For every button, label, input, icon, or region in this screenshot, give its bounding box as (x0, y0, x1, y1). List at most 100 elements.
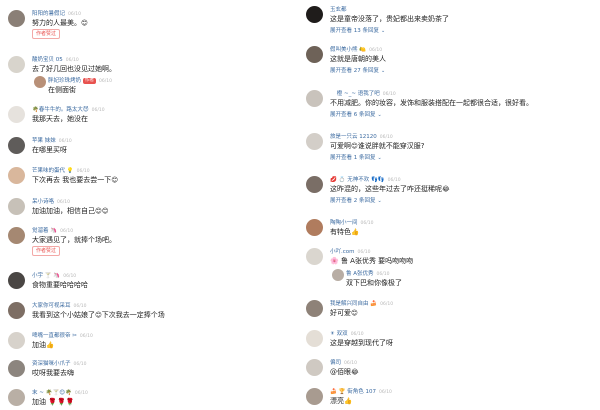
comment-item: 末 ~ 🌴🍸😊🌴 06/10 加油 🌹🌹🌹 (4, 387, 294, 409)
comment-author[interactable]: 阳阳的暑假记 06/10 (32, 9, 81, 17)
avatar[interactable] (8, 167, 25, 184)
comment-time: 06/10 (68, 12, 81, 17)
comment-author[interactable]: 玉玄都 (330, 5, 350, 13)
avatar[interactable] (306, 6, 323, 23)
comment-author[interactable]: 小吖.com 06/10 (330, 247, 370, 255)
comment-author[interactable]: 呆小诗咯 06/10 (32, 197, 70, 205)
comment-item: 啤嘴一直都很帝 ✂ 06/10 加油👍 (4, 330, 294, 352)
avatar[interactable] (8, 332, 25, 349)
comment-text: 加油 🌹🌹🌹 (32, 398, 75, 406)
comment-author[interactable]: 小宇 🍸 🦄 06/10 (32, 271, 76, 279)
comment-item: 觉溜着 🦄 06/10 大家遇见了，就捧个场吧。 作者赞过 (4, 225, 294, 259)
comment-item: 💋 💍 无神不欢 👣👣 06/10 这昨混的，这些年过去了咋还挺稀呢😂 展开查看 … (302, 174, 596, 206)
expand-replies-link[interactable]: 展开查看 13 条回复 (330, 26, 385, 34)
comment-item: ㅤ 橙 ~_~ 语我了吧 06/10 不用减肥。你的妆容，发饰和服装搭配在一起都很… (302, 88, 596, 120)
comment-item: 芒果味的蛋代 💡 06/10 下次再去 我也要去尝一下😊 (4, 165, 294, 187)
reply-avatar[interactable] (34, 76, 46, 88)
comment-column-right: 玉玄都 这是童帝没落了，贵妃都出来卖奶茶了 展开查看 13 条回复 假叫美小熊 … (302, 0, 596, 410)
comment-text: 不用减肥。你的妆容，发饰和服装搭配在一起都很合适，很好看。 (330, 99, 533, 107)
comment-text: 哎呀我要去嗨 (32, 369, 74, 377)
comment-author[interactable]: 大家你可视采耳 06/10 (32, 301, 86, 309)
comment-text: 漂亮👍 (330, 397, 353, 405)
author-liked-badge: 作者赞过 (32, 246, 61, 256)
comment-item: 大家你可视采耳 06/10 我看到这个小姑娘了😊下次我去一定捧个场 (4, 300, 294, 322)
avatar[interactable] (8, 272, 25, 289)
comment-text: 🌸 鲁 A张优秀 要吗吻吻吻 (330, 257, 414, 265)
avatar[interactable] (306, 46, 323, 63)
avatar[interactable] (306, 330, 323, 347)
avatar[interactable] (306, 248, 323, 265)
comment-text: 大家遇见了，就捧个场吧。 (32, 236, 116, 244)
expand-replies-link[interactable]: 展开查看 1 条回复 (330, 153, 382, 161)
reply-text: 双下巴和你像极了 (346, 279, 402, 287)
author-liked-badge: 作者赞过 (32, 29, 61, 39)
comment-author[interactable]: 我是解兴同自由 🍰 06/10 (330, 299, 393, 307)
comment-author[interactable]: 🍰 🏆 街角色 107 06/10 (330, 387, 392, 395)
avatar[interactable] (8, 10, 25, 27)
avatar[interactable] (306, 90, 323, 107)
avatar[interactable] (8, 302, 25, 319)
reply-avatar[interactable] (332, 269, 344, 281)
avatar[interactable] (8, 227, 25, 244)
comment-author[interactable]: 💋 💍 无神不欢 👣👣 06/10 (330, 175, 401, 183)
comment-text: @佰眼😂 (330, 368, 359, 376)
comment-text: 我看到这个小姑娘了😊下次我去一定捧个场 (32, 311, 165, 319)
expand-replies-link[interactable]: 展开查看 6 条回复 (330, 110, 382, 118)
comment-text: 可爱啊😊谁说胖就不能穿汉服? (330, 142, 425, 150)
comment-author[interactable]: 资深猫咪小爪子 06/10 (32, 359, 86, 367)
avatar[interactable] (306, 359, 323, 376)
comment-author[interactable]: ☀ 双双 06/10 (330, 329, 364, 337)
comment-author[interactable]: 啤嘴一直都很帝 ✂ 06/10 (32, 331, 93, 339)
avatar[interactable] (8, 198, 25, 215)
reply-author[interactable]: 鲁 A张优秀 06/10 (346, 269, 389, 277)
comment-text: 去了好几回也没见过她啊。 (32, 65, 116, 73)
avatar[interactable] (8, 389, 25, 406)
comment-author[interactable]: 酸奶宝贝 05 06/10 (32, 55, 79, 63)
comment-item: 🌴春牛牛的。路太大😈 06/10 我那天去，她没在 (4, 104, 294, 126)
comment-text: 下次再去 我也要去尝一下😊 (32, 176, 119, 184)
avatar[interactable] (8, 56, 25, 73)
comment-text: 在哪里买呀 (32, 146, 67, 154)
comment-item: 小吖.com 06/10 🌸 鲁 A张优秀 要吗吻吻吻 鲁 A张优秀 06/10 双… (302, 246, 596, 292)
comment-item: 玉玄都 这是童帝没落了，贵妃都出来卖奶茶了 展开查看 13 条回复 (302, 4, 596, 36)
avatar[interactable] (306, 133, 323, 150)
comment-author[interactable]: 末 ~ 🌴🍸😊🌴 06/10 (32, 388, 88, 396)
comment-text: 努力的人最美。😊 (32, 19, 88, 27)
comment-text: 好可爱😊 (330, 309, 358, 317)
comment-author[interactable]: 觉溜着 🦄 06/10 (32, 226, 73, 234)
expand-replies-link[interactable]: 展开查看 27 条回复 (330, 66, 385, 74)
comment-text: 有特色👍 (330, 228, 360, 236)
comment-author[interactable]: ㅤ 橙 ~_~ 语我了吧 06/10 (330, 89, 396, 97)
comment-item: 阳阳的暑假记 06/10 努力的人最美。😊 作者赞过 (4, 8, 294, 39)
comment-item: 资深猫咪小爪子 06/10 哎呀我要去嗨 (4, 358, 294, 380)
comment-text: 食物重要哈哈哈哈 (32, 281, 88, 289)
avatar[interactable] (306, 388, 323, 405)
avatar[interactable] (8, 106, 25, 123)
comment-author[interactable]: 假叫美小熊 🍋 06/10 (330, 45, 382, 53)
comment-item: 苹果 妹妹 06/10 在哪里买呀 (4, 135, 294, 157)
reply-author[interactable]: 胖妃珍珠烤奶 作者 06/10 (48, 76, 112, 84)
comment-item: 酸奶宝贝 05 06/10 去了好几回也没见过她啊。 胖妃珍珠烤奶 作者 06/10 … (4, 54, 294, 100)
comment-author[interactable]: 🌴春牛牛的。路太大😈 06/10 (32, 105, 105, 113)
comment-author[interactable]: 旅是一只云 12120 06/10 (330, 132, 393, 140)
comment-text: 加油👍 (32, 341, 55, 349)
comment-item: 小宇 🍸 🦄 06/10 食物重要哈哈哈哈 (4, 270, 294, 292)
avatar[interactable] (8, 360, 25, 377)
reply-text: 在侧面街 (48, 86, 76, 94)
comment-item: 旅是一只云 12120 06/10 可爱啊😊谁说胖就不能穿汉服? 展开查看 1 条… (302, 131, 596, 163)
comment-item: 假叫美小熊 🍋 06/10 这就是唐朝的美人 展开查看 27 条回复 (302, 44, 596, 76)
comment-text: 这昨混的，这些年过去了咋还挺稀呢😂 (330, 185, 450, 193)
avatar[interactable] (306, 219, 323, 236)
expand-replies-link[interactable]: 展开查看 2 条回复 (330, 196, 382, 204)
avatar[interactable] (306, 176, 323, 193)
comment-column-left: 阳阳的暑假记 06/10 努力的人最美。😊 作者赞过 酸奶宝贝 05 06/10 去… (4, 0, 294, 410)
comment-text: 我那天去，她没在 (32, 115, 88, 123)
comment-text: 加油加油，相信自己😊😊 (32, 207, 109, 215)
comment-author[interactable]: 陶陶小一间 06/10 (330, 218, 373, 226)
comment-author[interactable]: 偏司 06/10 (330, 358, 357, 366)
comment-item: 🍰 🏆 街角色 107 06/10 漂亮👍 (302, 386, 596, 408)
avatar[interactable] (8, 137, 25, 154)
comment-author[interactable]: 苹果 妹妹 06/10 (32, 136, 72, 144)
comment-author[interactable]: 芒果味的蛋代 💡 06/10 (32, 166, 90, 174)
avatar[interactable] (306, 300, 323, 317)
